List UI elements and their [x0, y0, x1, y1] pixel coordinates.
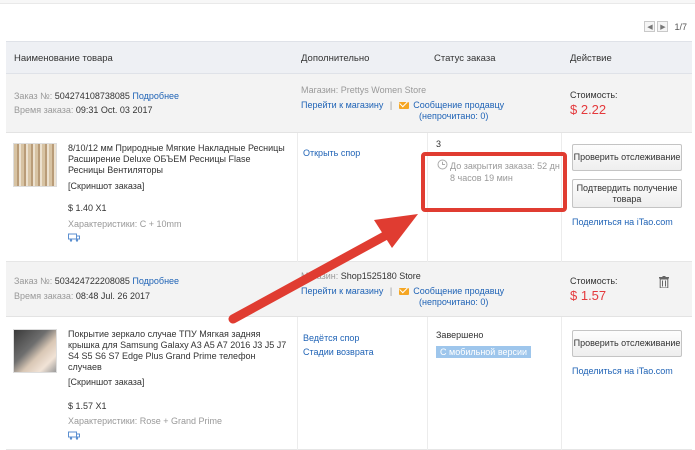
annotation-arrow [228, 214, 418, 324]
